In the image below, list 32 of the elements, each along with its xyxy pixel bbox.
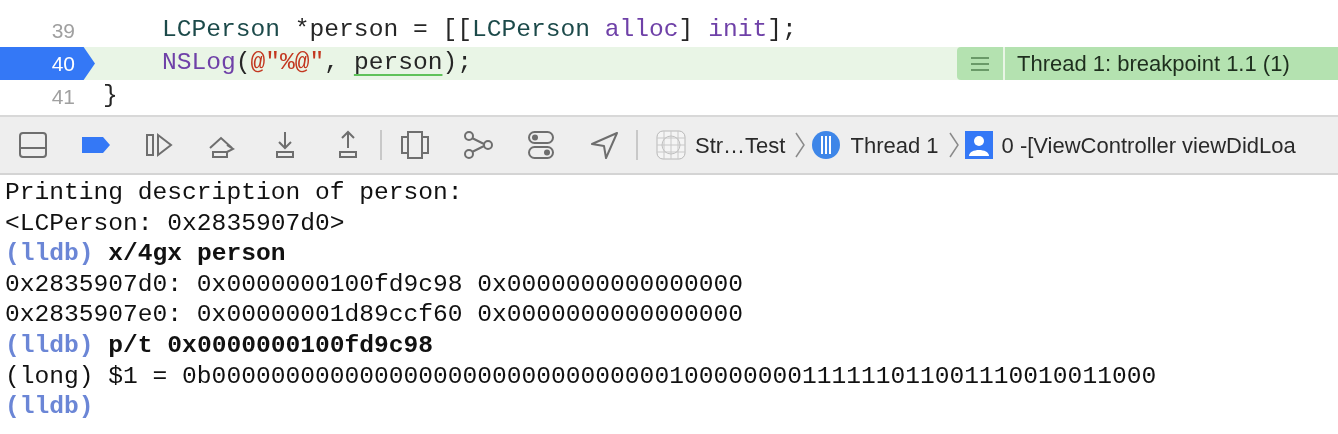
breadcrumb-item[interactable]: Str…Test xyxy=(695,128,786,162)
breadcrumb-item[interactable]: Thread 1 xyxy=(850,128,939,162)
person-icon xyxy=(964,131,993,159)
thread-annotation: Thread 1: breakpoint 1.1 (1) xyxy=(1005,47,1338,80)
breadcrumb-item[interactable]: 0 -[ViewController viewDidLoa xyxy=(1001,128,1296,162)
lldb-prompt: (lldb) xyxy=(5,240,94,268)
console-command: x/4gx person xyxy=(108,240,286,268)
breakpoint-marker[interactable]: 40 xyxy=(0,47,95,80)
menu-icon[interactable] xyxy=(971,56,989,71)
code-line: LCPerson *person = [[LCPerson alloc] init]; xyxy=(161,15,798,46)
chevron-icon xyxy=(948,132,959,158)
code-line: } xyxy=(102,81,119,112)
continue-button[interactable] xyxy=(144,130,174,160)
line-number: 39 xyxy=(51,17,76,44)
line-number: 41 xyxy=(51,83,76,110)
memory-graph-button[interactable] xyxy=(463,130,493,160)
chevron-icon xyxy=(795,132,806,158)
thread-icon xyxy=(811,130,842,160)
console-output: Printing description of person: xyxy=(5,179,463,206)
toggle-button[interactable] xyxy=(526,130,556,160)
console-command: p/t 0x0000000100fd9c98 xyxy=(108,331,434,359)
lldb-prompt: (lldb) xyxy=(5,393,94,421)
console-output: 0x2835907d0: 0x0000000100fd9c98 0x0000000000000000 xyxy=(5,270,743,298)
console-output: <LCPerson: 0x2835907d0> xyxy=(5,209,345,237)
code-line: NSLog(@"%@", person); xyxy=(161,48,473,79)
location-button[interactable] xyxy=(589,130,619,160)
console-toggle-button[interactable] xyxy=(18,130,48,160)
view-hierarchy-button[interactable] xyxy=(400,130,430,160)
console-output: (long) $1 = 0b0000000000000000000000000000000100000000111111011001110010011000 xyxy=(5,362,1157,390)
console-output: 0x2835907e0: 0x00000001d89ccf60 0x0000000000000000 xyxy=(5,301,743,329)
lldb-prompt: (lldb) xyxy=(5,331,94,359)
project-icon xyxy=(656,130,686,160)
